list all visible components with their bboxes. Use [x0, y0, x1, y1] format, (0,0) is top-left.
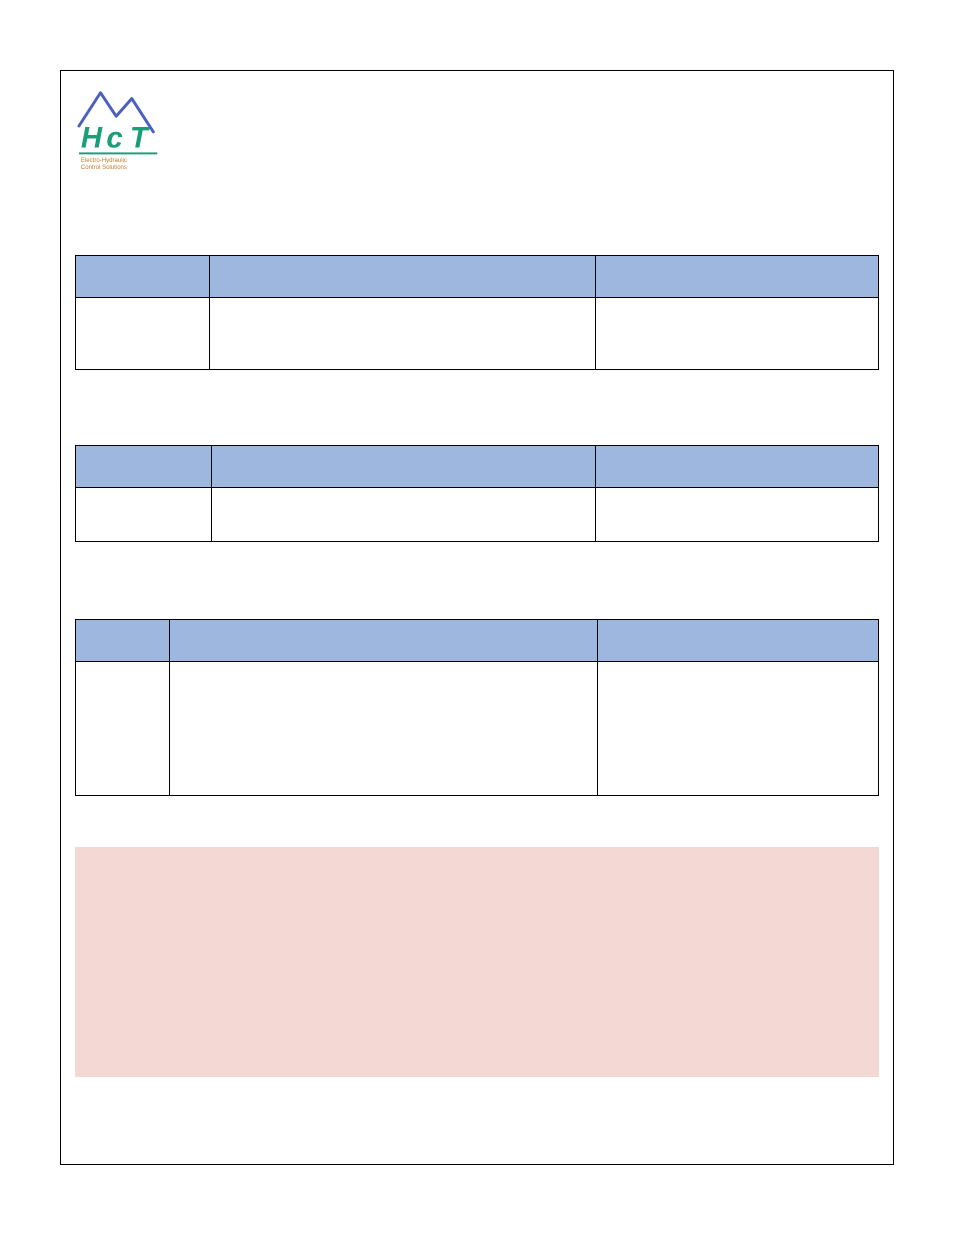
svg-text:H: H	[81, 122, 103, 155]
svg-text:T: T	[130, 122, 150, 155]
table-header-cell	[170, 620, 598, 662]
table-cell	[210, 298, 596, 370]
table-cell	[598, 662, 879, 796]
table-header-cell	[76, 256, 210, 298]
table-header-cell	[596, 256, 879, 298]
table-cell	[76, 298, 210, 370]
page-frame: H c T Electro-Hydraulic Control Solution…	[60, 70, 894, 1165]
table-header-cell	[76, 446, 212, 488]
data-table-3	[75, 619, 879, 796]
data-table-1	[75, 255, 879, 370]
table-cell	[596, 298, 879, 370]
table-header-cell	[596, 446, 879, 488]
table-header-cell	[598, 620, 879, 662]
table-header-cell	[76, 620, 170, 662]
table-section-1	[75, 255, 879, 370]
highlight-callout-box	[75, 847, 879, 1077]
table-header-cell	[210, 256, 596, 298]
svg-text:c: c	[106, 122, 122, 155]
table-section-3	[75, 619, 879, 796]
data-table-2	[75, 445, 879, 542]
table-cell	[76, 488, 212, 542]
table-cell	[170, 662, 598, 796]
table-cell	[212, 488, 596, 542]
logo-tagline-1: Electro-Hydraulic	[81, 158, 127, 164]
logo-tagline-2: Control Solutions	[81, 165, 127, 171]
table-cell	[76, 662, 170, 796]
table-header-cell	[212, 446, 596, 488]
company-logo: H c T Electro-Hydraulic Control Solution…	[73, 81, 171, 171]
table-section-2	[75, 445, 879, 542]
table-cell	[596, 488, 879, 542]
